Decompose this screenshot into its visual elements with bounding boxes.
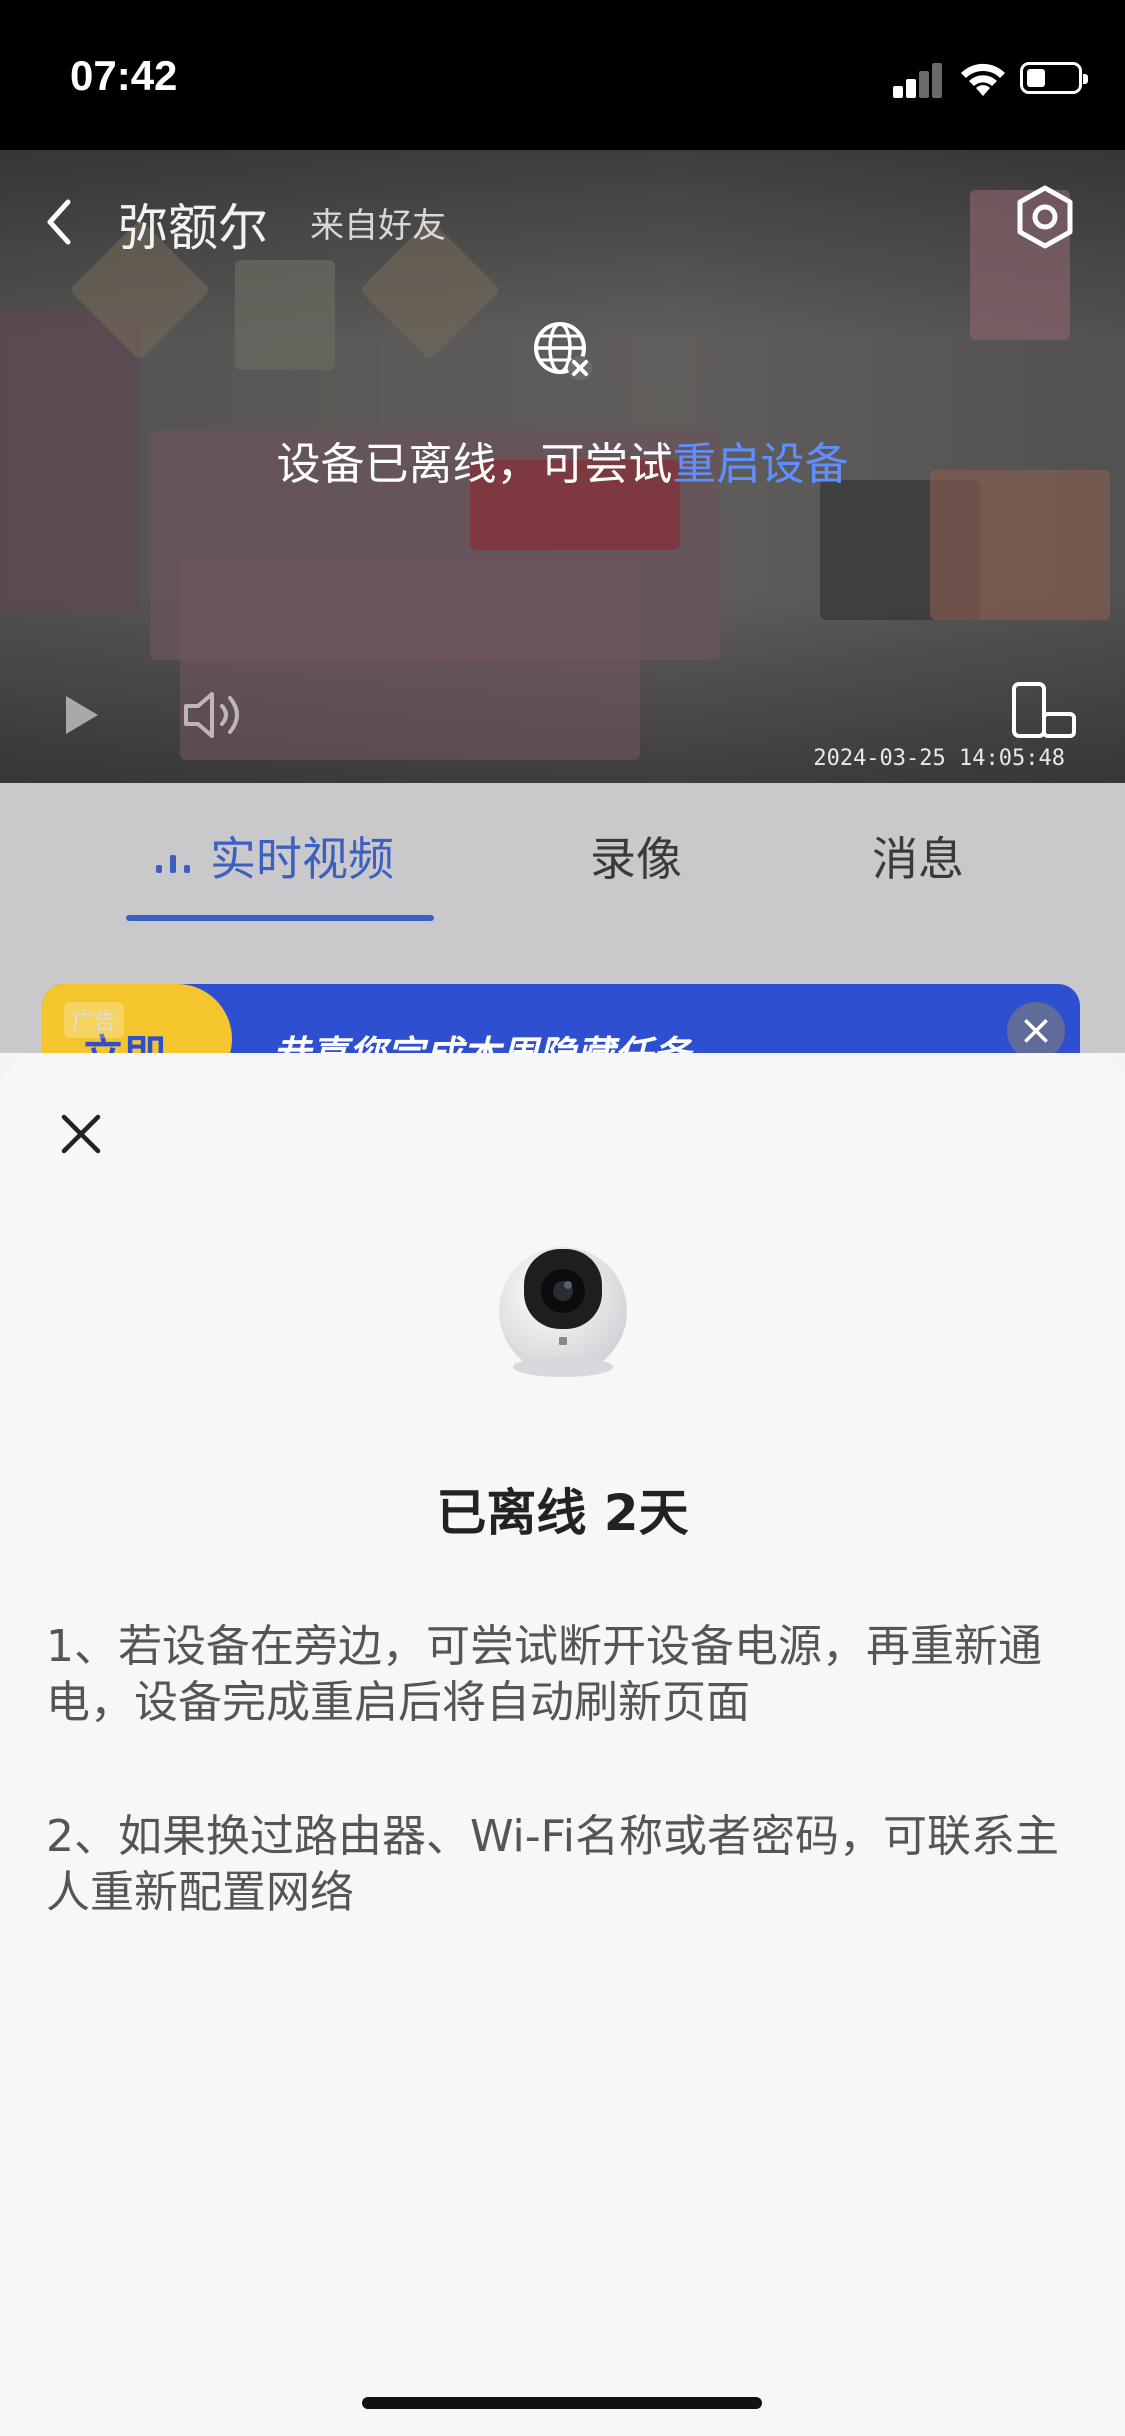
- home-indicator[interactable]: [362, 2397, 762, 2409]
- live-indicator-icon: [156, 855, 190, 873]
- video-timestamp: 2024-03-25 14:05:48: [813, 746, 1065, 771]
- ad-tag: 广告: [64, 1002, 125, 1038]
- device-source-label: 来自好友: [310, 206, 446, 246]
- tab-recordings[interactable]: 录像: [590, 823, 682, 889]
- volume-icon[interactable]: [180, 688, 250, 742]
- play-icon[interactable]: [58, 690, 104, 740]
- status-bar: 07:42: [0, 0, 1125, 150]
- offline-message-text: 设备已离线，可尝试: [276, 439, 673, 490]
- banner-close-icon[interactable]: ×: [1007, 1002, 1065, 1060]
- tab-messages[interactable]: 消息: [872, 823, 964, 889]
- tab-bar: 实时视频 录像 消息: [0, 783, 1125, 923]
- tip-reconfigure-network: 2、如果换过路由器、Wi-Fi名称或者密码，可联系主人重新配置网络: [46, 1811, 1059, 1918]
- live-video-view[interactable]: 弥额尔 来自好友 设备已离线，可尝试重启设备 2024-03-25 14:05:…: [0, 150, 1125, 783]
- restart-device-link[interactable]: 重启设备: [673, 439, 849, 490]
- tab-live-video[interactable]: 实时视频: [210, 823, 394, 889]
- offline-info-sheet: 已离线 2天 1、若设备在旁边，可尝试断开设备电源，再重新通电，设备完成重启后将…: [0, 1053, 1125, 2436]
- offline-message: 设备已离线，可尝试重启设备: [0, 428, 1125, 492]
- settings-icon[interactable]: [1010, 182, 1080, 252]
- status-time: 07:42: [70, 52, 178, 99]
- offline-duration-heading: 已离线 2天: [436, 1484, 689, 1542]
- back-arrow-icon[interactable]: [40, 192, 76, 252]
- screen-rotate-icon[interactable]: [1008, 680, 1078, 744]
- wifi-icon: [961, 63, 1005, 96]
- network-offline-icon: [534, 322, 592, 380]
- battery-icon: [1020, 62, 1088, 94]
- cellular-signal-icon: [893, 62, 943, 98]
- device-title: 弥额尔: [118, 199, 268, 257]
- tip-restart-power: 1、若设备在旁边，可尝试断开设备电源，再重新通电，设备完成重启后将自动刷新页面: [46, 1621, 1042, 1728]
- camera-device-icon: [499, 1247, 627, 1377]
- close-icon[interactable]: [56, 1109, 106, 1159]
- active-tab-underline: [126, 915, 434, 921]
